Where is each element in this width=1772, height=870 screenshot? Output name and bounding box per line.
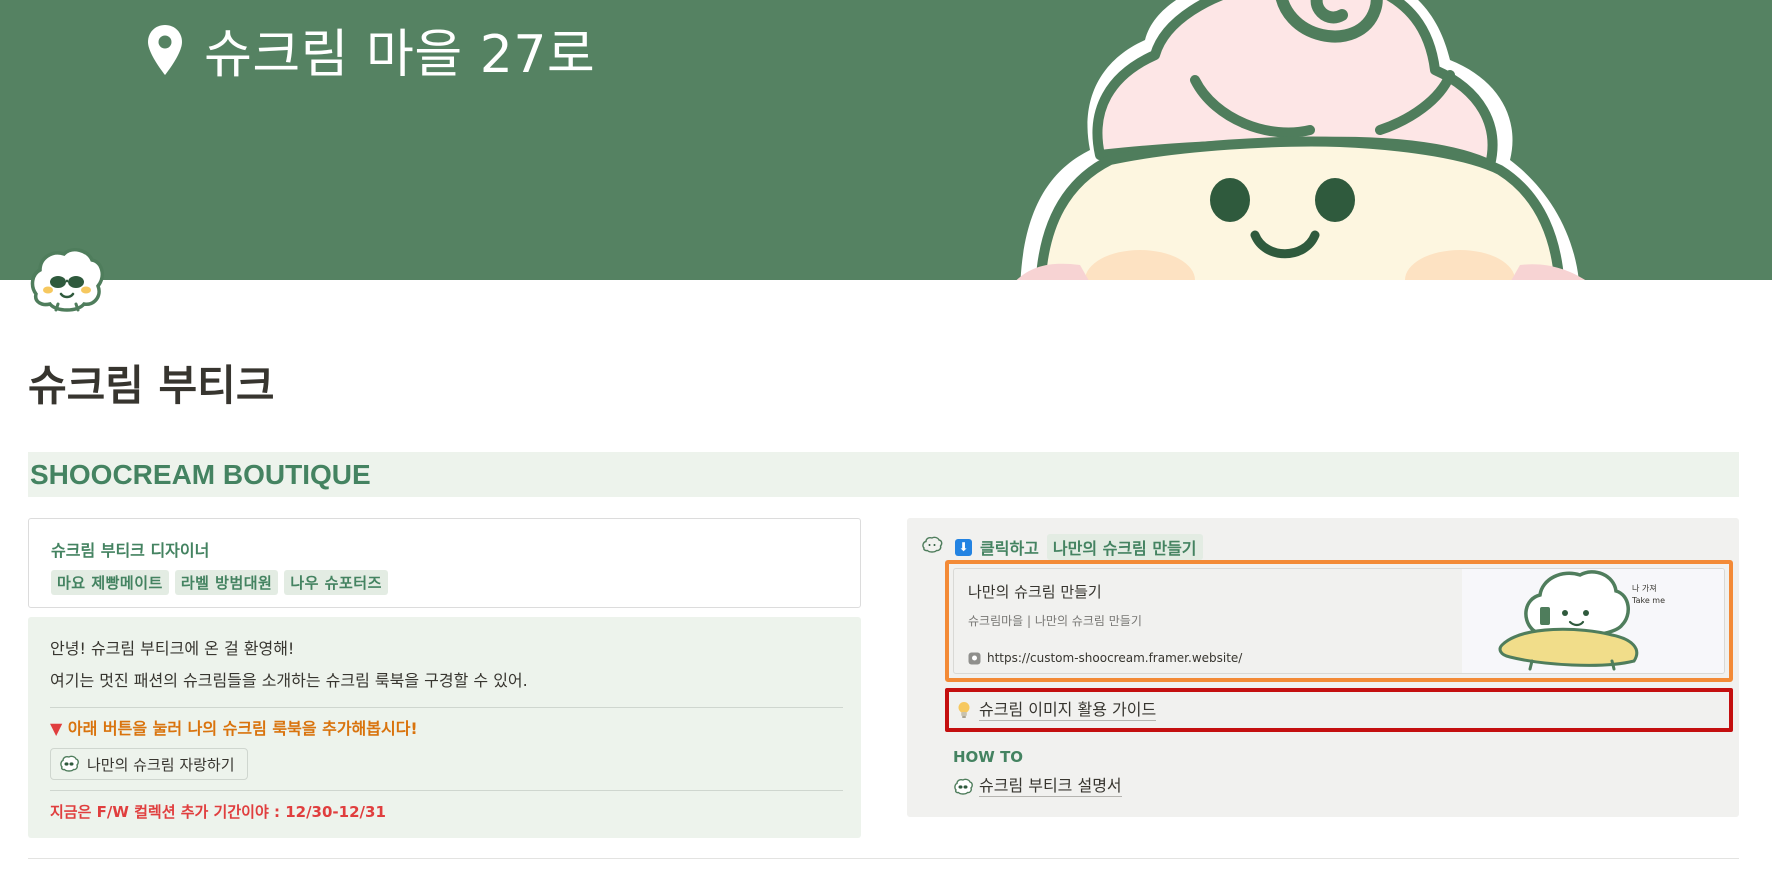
- bottom-divider: [28, 858, 1739, 859]
- divider: [50, 707, 843, 708]
- bookmark-url: https://custom-shoocream.framer.website/: [987, 651, 1243, 665]
- welcome-line: 안녕! 슈크림 부티크에 온 걸 환영해!: [50, 639, 295, 658]
- thumbnail-text: Take me: [1631, 596, 1665, 605]
- show-off-button-label: 나만의 슈크림 자랑하기: [87, 755, 235, 774]
- shoocream-character-cover-art: [1016, 0, 1586, 280]
- howto-heading: HOW TO: [953, 748, 1024, 766]
- click-instruction: ⬇ 클릭하고 나만의 슈크림 만들기: [955, 534, 1203, 560]
- bookmark-text: 나만의 슈크림 만들기 슈크림마을 | 나만의 슈크림 만들기 https://…: [954, 569, 1462, 673]
- designer-title: 슈크림 부티크 디자이너: [51, 541, 210, 560]
- favicon-icon: [968, 652, 981, 664]
- designer-box: 슈크림 부티크 디자이너 마요 제빵메이트 라벨 방범대원 나우 슈포터즈: [28, 518, 861, 608]
- designer-tags: 마요 제빵메이트 라벨 방범대원 나우 슈포터즈: [51, 570, 838, 595]
- designer-tag: 마요 제빵메이트: [51, 570, 169, 595]
- thumbnail-text: 나 가져: [1632, 584, 1657, 593]
- section-banner: SHOOCREAM BOUTIQUE: [28, 452, 1739, 497]
- bookmark-thumbnail: 나 가져 Take me: [1462, 569, 1724, 673]
- cover-location: 슈크림 마을 27로: [146, 12, 595, 87]
- welcome-line: 여기는 멋진 패션의 슈크림들을 소개하는 슈크림 룩북을 구경할 수 있어.: [50, 671, 528, 690]
- welcome-callout: 안녕! 슈크림 부티크에 온 걸 환영해! 여기는 멋진 패션의 슈크림들을 소…: [28, 617, 861, 838]
- shoocream-sunglasses-icon: [60, 755, 79, 772]
- cta-text: ▼ 아래 버튼을 눌러 나의 슈크림 룩북을 추가해봅시다!: [50, 718, 843, 740]
- divider: [50, 790, 843, 791]
- shoocream-take-me-illustration: 나 가져 Take me: [1498, 570, 1665, 671]
- download-arrow-icon: ⬇: [955, 538, 972, 556]
- shoocream-sunglasses-icon: [954, 778, 973, 795]
- banner-heading: SHOOCREAM BOUTIQUE: [30, 459, 371, 490]
- right-callout: ⬇ 클릭하고 나만의 슈크림 만들기 나만의 슈크림 만들기 슈크림마을 | 나…: [907, 518, 1739, 817]
- click-prefix: 클릭하고: [980, 539, 1039, 558]
- left-column: 슈크림 부티크 디자이너 마요 제빵메이트 라벨 방범대원 나우 슈포터즈 안녕…: [28, 518, 861, 838]
- collection-notice: 지금은 F/W 컬렉션 추가 기간이야 : 12/30-12/31: [50, 803, 386, 821]
- map-pin-icon: [148, 24, 182, 75]
- cover-location-text: 슈크림 마을 27로: [204, 25, 596, 85]
- bookmark-highlight-frame: 나만의 슈크림 만들기 슈크림마을 | 나만의 슈크림 만들기 https://…: [945, 560, 1733, 682]
- designer-tag: 나우 슈포터즈: [284, 570, 388, 595]
- cta-label: 아래 버튼을 눌러 나의 슈크림 룩북을 추가해봅시다!: [67, 719, 418, 738]
- lightbulb-icon: [958, 702, 970, 718]
- click-highlight: 나만의 슈크림 만들기: [1046, 534, 1203, 560]
- bookmark-description: 슈크림마을 | 나만의 슈크림 만들기: [968, 614, 1142, 628]
- triangle-down-icon: ▼: [50, 719, 63, 738]
- manual-link[interactable]: 슈크림 부티크 설명서: [979, 776, 1122, 797]
- bookmark-title: 나만의 슈크림 만들기: [968, 583, 1102, 601]
- shoocream-sunglasses-icon: [30, 248, 104, 312]
- image-guide-link[interactable]: 슈크림 이미지 활용 가이드: [979, 700, 1157, 721]
- show-off-shoocream-button[interactable]: 나만의 슈크림 자랑하기: [50, 748, 248, 780]
- manual-link-row[interactable]: 슈크림 부티크 설명서: [953, 776, 1122, 797]
- shoocream-outline-icon: [922, 536, 943, 553]
- page-title: 슈크림 부티크: [28, 361, 275, 410]
- bookmark-url-row: https://custom-shoocream.framer.website/: [968, 651, 1448, 665]
- designer-tag: 라벨 방범대원: [174, 570, 279, 595]
- guide-highlight-frame[interactable]: 슈크림 이미지 활용 가이드: [945, 688, 1733, 732]
- web-bookmark[interactable]: 나만의 슈크림 만들기 슈크림마을 | 나만의 슈크림 만들기 https://…: [953, 568, 1725, 674]
- page-cover: 슈크림 마을 27로: [0, 0, 1772, 280]
